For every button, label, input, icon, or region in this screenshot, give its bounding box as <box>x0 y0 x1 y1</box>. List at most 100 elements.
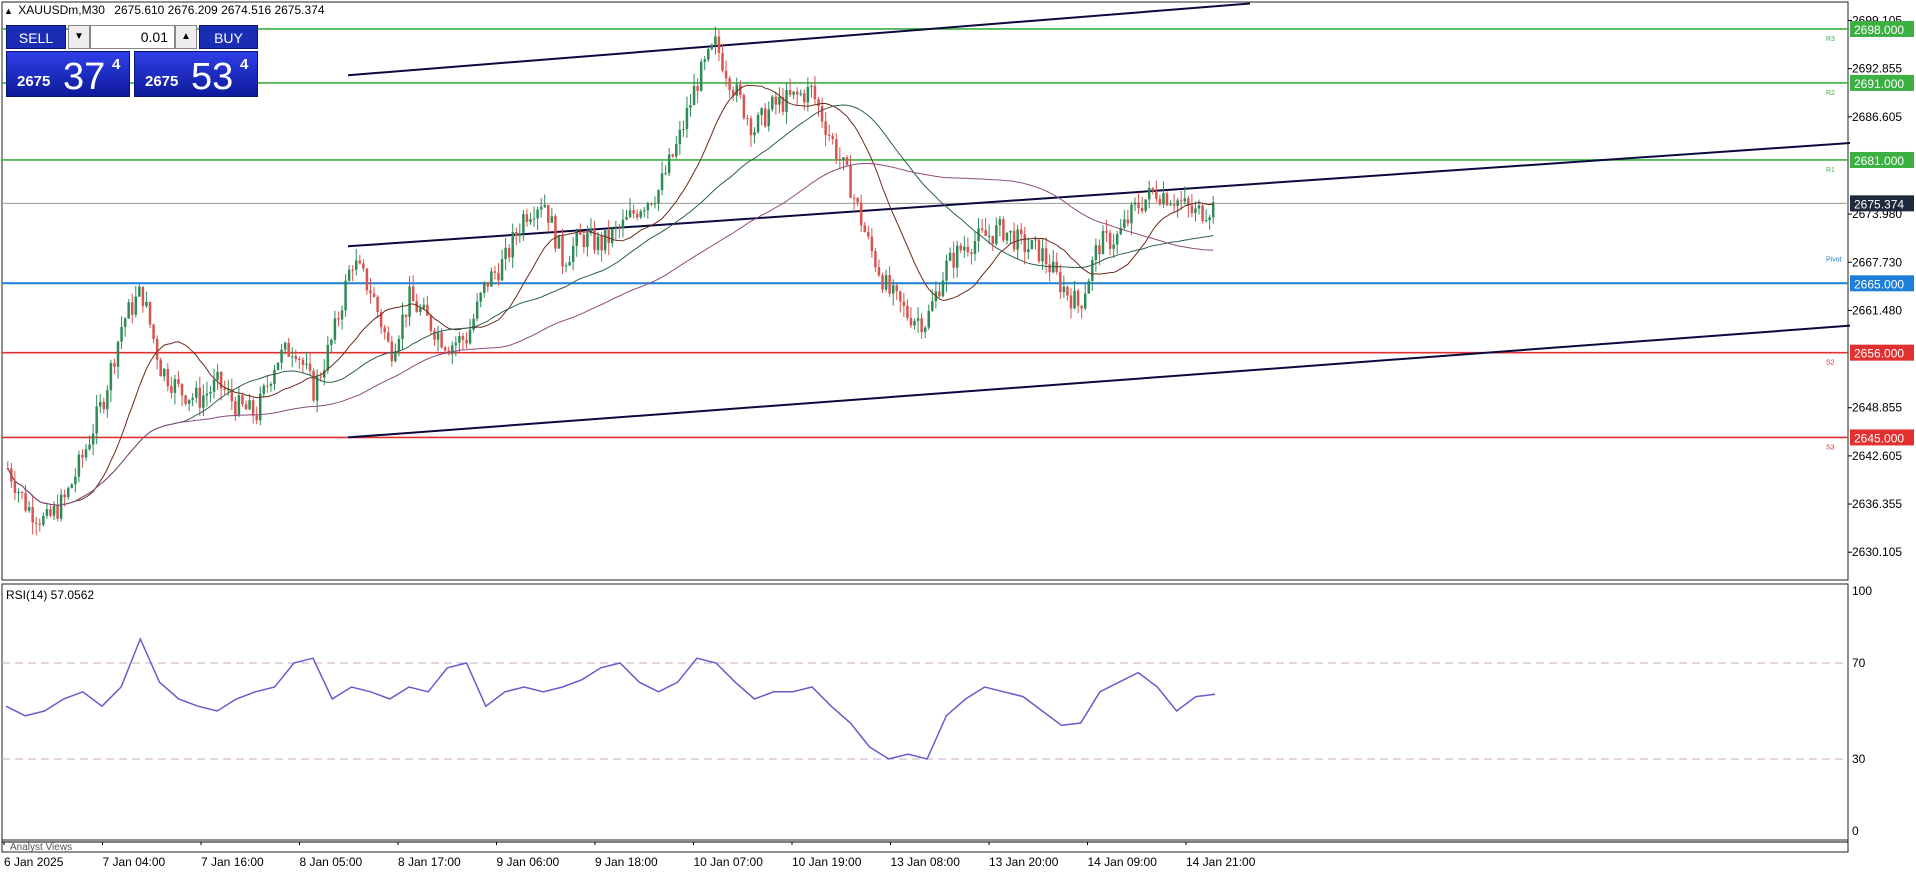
candle-body <box>116 341 120 367</box>
candle-body <box>547 204 550 223</box>
rsi-subwindow[interactable]: RSI(14) 57.0562 Analyst Views <box>1 583 1849 853</box>
candle-body <box>650 203 653 205</box>
candle-body <box>1183 198 1187 202</box>
candle-body <box>699 61 703 91</box>
candle-body <box>383 327 386 333</box>
candle-body <box>244 404 248 410</box>
candle-body <box>429 315 433 331</box>
candle-body <box>70 484 74 488</box>
candle-body <box>162 369 166 377</box>
candle-body <box>212 379 216 392</box>
candle-body <box>931 301 934 311</box>
time-axis-label: 10 Jan 07:00 <box>694 855 764 869</box>
candle-body <box>799 93 802 95</box>
candle-body <box>1130 204 1133 224</box>
candle-body <box>874 251 877 268</box>
candle-body <box>419 308 422 312</box>
candle-body <box>433 330 436 340</box>
candle-body <box>287 342 290 357</box>
candle-body <box>646 203 650 211</box>
candle-body <box>1208 217 1211 221</box>
candle-body <box>543 204 546 207</box>
level-tag-r1: R1 <box>1826 167 1835 174</box>
main-price-chart[interactable]: R3 R2 R1 Pivot S2 S3 <box>1 1 1851 581</box>
candle-body <box>867 231 870 237</box>
candle-body <box>710 44 714 50</box>
candle-body <box>1108 232 1112 249</box>
candle-body <box>34 522 38 524</box>
candle-body <box>1147 188 1151 200</box>
candle-body <box>536 209 539 219</box>
candle-body <box>877 267 881 276</box>
candle-body <box>141 286 145 307</box>
candle-body <box>202 395 205 408</box>
candle-body <box>831 135 834 140</box>
candle-body <box>319 376 322 378</box>
candle-body <box>920 318 923 333</box>
candle-body <box>639 211 642 218</box>
candle-body <box>98 401 102 407</box>
candle-body <box>355 260 358 270</box>
buy-price-button[interactable]: 2675 53 4 <box>134 51 258 98</box>
candle-body <box>483 282 486 293</box>
candle-body <box>1169 204 1172 206</box>
price-axis-label: 2636.355 <box>1852 497 1902 511</box>
candle-body <box>881 275 884 290</box>
candle-body <box>198 387 202 408</box>
candle-body <box>237 395 241 416</box>
candle-body <box>579 232 582 235</box>
candle-body <box>607 230 610 244</box>
candle-body <box>17 491 20 493</box>
lot-increase-icon[interactable]: ▲ <box>175 25 197 49</box>
level-tag-r3: R3 <box>1826 36 1835 43</box>
candle-body <box>888 275 891 294</box>
candle-body <box>525 214 529 222</box>
level-badge-label: 2665.000 <box>1854 277 1904 291</box>
candle-body <box>1091 259 1094 281</box>
candle-body <box>870 236 874 252</box>
candle-body <box>159 359 162 377</box>
candle-body <box>564 265 568 267</box>
sell-button[interactable]: SELL <box>6 25 66 49</box>
candle-body <box>618 227 621 229</box>
candle-body <box>1179 200 1183 202</box>
candle-body <box>621 219 625 229</box>
candle-body <box>582 234 586 247</box>
candle-body <box>973 241 977 254</box>
candle-body <box>255 415 258 421</box>
candle-body <box>760 108 763 116</box>
lot-decrease-icon[interactable]: ▼ <box>68 25 90 49</box>
candle-body <box>550 216 554 223</box>
sell-price-button[interactable]: 2675 37 4 <box>6 51 130 98</box>
candle-body <box>827 134 831 136</box>
candle-body <box>788 90 792 95</box>
candle-body <box>1073 290 1076 309</box>
candle-body <box>859 202 863 226</box>
candle-body <box>344 280 347 311</box>
candle-body <box>671 154 674 157</box>
candle-body <box>948 252 952 261</box>
candle-body <box>995 225 998 244</box>
candle-body <box>614 227 618 230</box>
candle-body <box>266 385 269 387</box>
candle-body <box>1002 219 1005 241</box>
lot-size-input[interactable]: 0.01 <box>90 25 175 49</box>
candle-body <box>927 310 930 328</box>
candle-body <box>66 487 70 498</box>
candle-body <box>113 363 116 367</box>
candle-body <box>763 108 767 127</box>
candle-body <box>1112 244 1115 249</box>
price-axis-label: 2661.480 <box>1852 303 1902 317</box>
candle-body <box>554 216 557 249</box>
candle-body <box>262 385 266 394</box>
candle-body <box>902 301 906 306</box>
buy-button[interactable]: BUY <box>199 25 258 49</box>
sell-price-small: 2675 <box>17 73 51 90</box>
level-tag-pivot: Pivot <box>1826 256 1842 263</box>
candle-body <box>24 493 27 511</box>
rsi-label: RSI(14) 57.0562 <box>6 588 94 602</box>
rsi-axis-label: 0 <box>1852 824 1859 838</box>
candle-body <box>91 433 95 445</box>
candle-body <box>628 210 632 217</box>
collapse-triangle-icon[interactable]: ▲ <box>4 6 13 16</box>
